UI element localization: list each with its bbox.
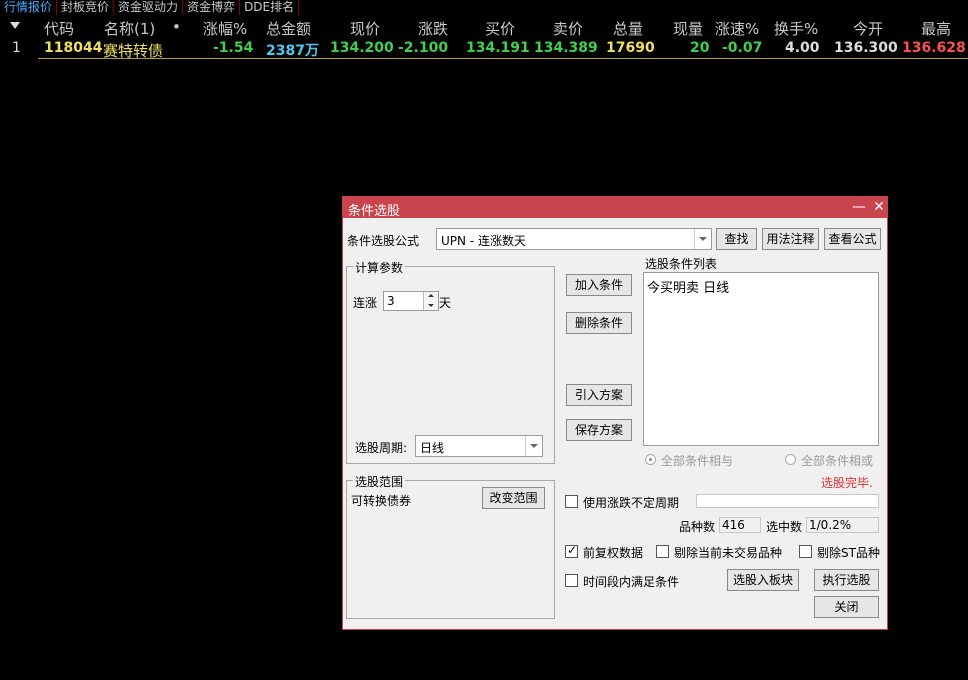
period-select[interactable]: 日线 [415, 435, 543, 457]
col-open[interactable]: 今开 [853, 18, 883, 39]
exclude-st-label: 剔除ST品种 [817, 546, 880, 560]
period-label: 选股周期: [355, 441, 408, 455]
row-cur-volume: 20 [690, 40, 710, 56]
row-price: 134.200 [330, 40, 394, 56]
col-dot[interactable]: • [172, 18, 181, 36]
col-speed[interactable]: 涨速% [715, 18, 759, 39]
dialog-title: 条件选股 [348, 204, 401, 219]
time-range-checkbox[interactable] [565, 574, 578, 587]
fq-checkbox[interactable] [565, 543, 578, 558]
condition-list-title: 选股条件列表 [645, 257, 718, 271]
usage-button[interactable]: 用法注释 [762, 228, 819, 250]
col-price[interactable]: 现价 [350, 18, 380, 39]
range-value: 可转换债券 [351, 494, 412, 508]
chevron-down-icon[interactable] [694, 229, 711, 249]
fq-label: 前复权数据 [583, 546, 644, 560]
delete-condition-button[interactable]: 删除条件 [566, 312, 632, 334]
and-radio[interactable] [645, 454, 656, 465]
col-turnover[interactable]: 换手% [774, 18, 818, 39]
tab-quotes[interactable]: 行情报价 [0, 0, 58, 15]
row-open: 136.300 [834, 40, 898, 56]
minimize-icon[interactable]: — [851, 198, 867, 216]
total-count-value: 416 [719, 517, 761, 533]
range-group: 选股范围 可转换债券 改变范围 [346, 473, 555, 619]
col-bid[interactable]: 买价 [485, 18, 515, 39]
to-block-button[interactable]: 选股入板块 [727, 569, 799, 591]
row-high: 136.628 [902, 40, 966, 56]
range-title: 选股范围 [353, 473, 406, 490]
list-item[interactable]: 今买明卖 日线 [647, 277, 729, 296]
row-turnover: 4.00 [785, 40, 820, 56]
save-plan-button[interactable]: 保存方案 [566, 419, 632, 441]
col-cur-volume[interactable]: 现量 [673, 18, 703, 39]
add-condition-button[interactable]: 加入条件 [566, 274, 632, 296]
condition-listbox[interactable]: 今买明卖 日线 [643, 272, 879, 446]
change-range-button[interactable]: 改变范围 [482, 487, 545, 509]
formula-label: 条件选股公式 [347, 234, 420, 248]
table-row[interactable]: 1 118044 赛特转债 -1.54 2387万 134.200 -2.100… [0, 38, 968, 60]
col-change-pct[interactable]: 涨幅% [203, 18, 247, 39]
formula-select[interactable]: UPN - 连涨数天 [436, 228, 712, 250]
status-text: 选股完毕. [821, 476, 873, 490]
and-label: 全部条件相与 [661, 454, 734, 468]
tab-fund-driver[interactable]: 资金驱动力 [114, 0, 184, 15]
spin-down-icon[interactable] [423, 301, 438, 310]
selected-count-label: 选中数 [766, 520, 803, 534]
param-unit: 天 [439, 296, 452, 310]
row-volume: 17690 [606, 40, 655, 56]
row-index: 1 [12, 40, 21, 56]
period-value: 日线 [420, 441, 445, 455]
time-range-label: 时间段内满足条件 [583, 575, 680, 589]
calc-params-group: 计算参数 连涨 3 天 选股周期: 日线 [346, 259, 555, 464]
tab-dde-rank[interactable]: DDE排名 [240, 0, 300, 15]
row-divider [38, 58, 968, 59]
col-volume[interactable]: 总量 [613, 18, 643, 39]
exclude-no-trade-checkbox[interactable] [656, 545, 669, 558]
or-label: 全部条件相或 [801, 454, 874, 468]
top-tab-bar: 行情报价 封板竞价 资金驱动力 资金博弈 DDE排名 [0, 0, 300, 15]
execute-button[interactable]: 执行选股 [814, 569, 879, 591]
row-ask: 134.389 [534, 40, 598, 56]
col-ask[interactable]: 卖价 [553, 18, 583, 39]
close-icon[interactable]: ✕ [871, 198, 887, 216]
exclude-no-trade-label: 剔除当前未交易品种 [674, 546, 783, 560]
col-amount[interactable]: 总金额 [266, 18, 311, 39]
col-code[interactable]: 代码 [44, 18, 74, 39]
row-speed: -0.07 [722, 40, 763, 56]
variable-period-checkbox[interactable] [565, 495, 578, 508]
find-button[interactable]: 查找 [716, 228, 757, 250]
chevron-down-icon[interactable] [525, 436, 542, 456]
row-bid: 134.191 [466, 40, 530, 56]
param-value: 3 [387, 294, 395, 308]
row-change: -2.100 [398, 40, 449, 56]
import-plan-button[interactable]: 引入方案 [566, 384, 632, 406]
or-radio[interactable] [785, 454, 796, 465]
dialog-title-bar[interactable]: 条件选股 — ✕ [343, 197, 887, 219]
row-code: 118044 [44, 40, 103, 56]
calc-params-title: 计算参数 [353, 259, 406, 276]
variable-period-label: 使用涨跌不定周期 [583, 496, 680, 510]
selected-count-value: 1/0.2% [806, 517, 879, 533]
dialog-close-button[interactable]: 关闭 [814, 596, 879, 618]
tab-fund-game[interactable]: 资金博弈 [183, 0, 241, 15]
view-formula-button[interactable]: 查看公式 [824, 228, 881, 250]
col-change[interactable]: 涨跌 [418, 18, 448, 39]
tab-limit-auction[interactable]: 封板竞价 [57, 0, 115, 15]
condition-select-dialog: 条件选股 — ✕ 条件选股公式 UPN - 连涨数天 查找 用法注释 查看公式 … [342, 196, 888, 630]
quote-table-header: 代码 名称(1) • 涨幅% 总金额 现价 涨跌 买价 卖价 总量 现量 涨速%… [0, 16, 968, 38]
col-name[interactable]: 名称(1) [104, 18, 155, 39]
row-amount: 2387万 [266, 43, 319, 59]
total-count-label: 品种数 [679, 520, 716, 534]
row-change-pct: -1.54 [213, 40, 254, 56]
variable-period-input[interactable] [696, 494, 879, 508]
param-stepper[interactable]: 3 [383, 291, 439, 311]
col-high[interactable]: 最高 [921, 18, 951, 39]
formula-value: UPN - 连涨数天 [441, 234, 526, 248]
param-label: 连涨 [353, 296, 378, 310]
exclude-st-checkbox[interactable] [799, 545, 812, 558]
